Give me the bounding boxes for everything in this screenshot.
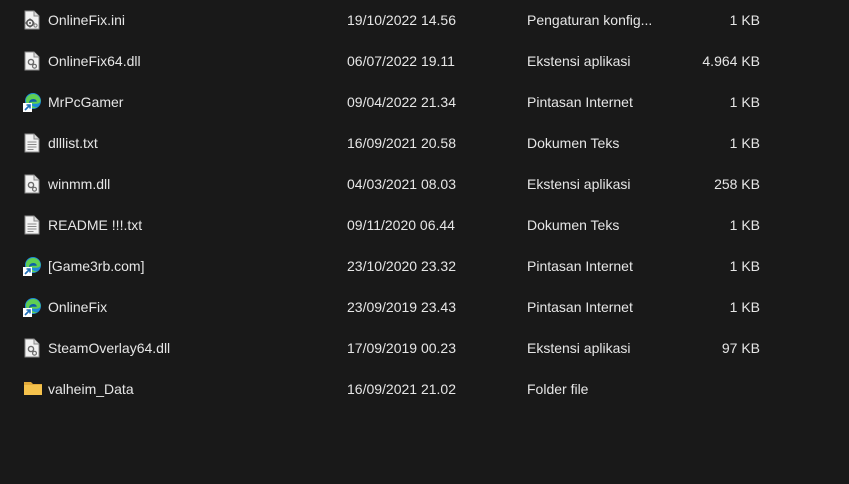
file-date-modified: 09/11/2020 06.44 [347, 217, 455, 233]
file-type: Pintasan Internet [527, 258, 633, 274]
file-date-modified: 16/09/2021 21.02 [347, 381, 456, 397]
file-row[interactable]: valheim_Data 16/09/2021 21.02 Folder file [0, 369, 849, 410]
file-type: Ekstensi aplikasi [527, 340, 631, 356]
file-date-modified: 09/04/2022 21.34 [347, 94, 456, 110]
file-name: SteamOverlay64.dll [48, 340, 171, 356]
edge-shortcut-icon [23, 297, 41, 317]
folder-icon [23, 379, 42, 399]
edge-shortcut-icon [23, 256, 41, 276]
file-size: 1 KB [729, 258, 760, 274]
file-size: 97 KB [721, 340, 760, 356]
file-row[interactable]: winmm.dll 04/03/2021 08.03 Ekstensi aplika… [0, 164, 849, 205]
file-date-modified: 23/10/2020 23.32 [347, 258, 456, 274]
file-size: 1 KB [729, 94, 760, 110]
file-type: Ekstensi aplikasi [527, 176, 631, 192]
file-type: Pengaturan konfig... [527, 12, 653, 28]
file-name: valheim_Data [48, 381, 134, 397]
file-list: OnlineFix.ini 19/10/2022 14.56 Pengaturan … [0, 0, 849, 410]
file-name: OnlineFix.ini [48, 12, 126, 28]
file-row[interactable]: MrPcGamer 09/04/2022 21.34 Pintasan Intern… [0, 82, 849, 123]
text-file-icon [23, 215, 41, 235]
dll-file-icon [23, 174, 41, 194]
file-size: 1 KB [729, 299, 760, 315]
file-row[interactable]: SteamOverlay64.dll 17/09/2019 00.23 Eksten… [0, 328, 849, 369]
file-type: Dokumen Teks [527, 217, 620, 233]
file-size: 1 KB [729, 217, 760, 233]
file-row[interactable]: OnlineFix.ini 19/10/2022 14.56 Pengaturan … [0, 0, 849, 41]
file-name: OnlineFix64.dll [48, 53, 141, 69]
file-name: OnlineFix [48, 299, 108, 315]
edge-shortcut-icon [23, 92, 41, 112]
file-name: dlllist.txt [48, 135, 98, 151]
config-settings-icon [23, 10, 41, 30]
file-row[interactable]: README !!!.txt 09/11/2020 06.44 Dokumen Te… [0, 205, 849, 246]
file-type: Pintasan Internet [527, 299, 633, 315]
file-size: 4.964 KB [702, 53, 760, 69]
file-date-modified: 06/07/2022 19.11 [347, 53, 455, 69]
file-size: 258 KB [714, 176, 760, 192]
file-name: [Game3rb.com] [48, 258, 145, 274]
file-date-modified: 23/09/2019 23.43 [347, 299, 456, 315]
file-date-modified: 17/09/2019 00.23 [347, 340, 456, 356]
file-date-modified: 19/10/2022 14.56 [347, 12, 456, 28]
file-date-modified: 16/09/2021 20.58 [347, 135, 456, 151]
file-name: MrPcGamer [48, 94, 124, 110]
file-date-modified: 04/03/2021 08.03 [347, 176, 456, 192]
text-file-icon [23, 133, 41, 153]
file-type: Dokumen Teks [527, 135, 620, 151]
file-type: Ekstensi aplikasi [527, 53, 631, 69]
file-type: Pintasan Internet [527, 94, 633, 110]
file-size: 1 KB [729, 12, 760, 28]
file-name: README !!!.txt [48, 217, 143, 233]
file-name: winmm.dll [48, 176, 111, 192]
file-size: 1 KB [729, 135, 760, 151]
file-row[interactable]: dlllist.txt 16/09/2021 20.58 Dokumen Teks 1… [0, 123, 849, 164]
file-type: Folder file [527, 381, 589, 397]
file-row[interactable]: OnlineFix 23/09/2019 23.43 Pintasan Intern… [0, 287, 849, 328]
file-row[interactable]: [Game3rb.com] 23/10/2020 23.32 Pintasan In… [0, 246, 849, 287]
dll-file-icon [23, 51, 41, 71]
file-row[interactable]: OnlineFix64.dll 06/07/2022 19.11 Ekstensi … [0, 41, 849, 82]
dll-file-icon [23, 338, 41, 358]
